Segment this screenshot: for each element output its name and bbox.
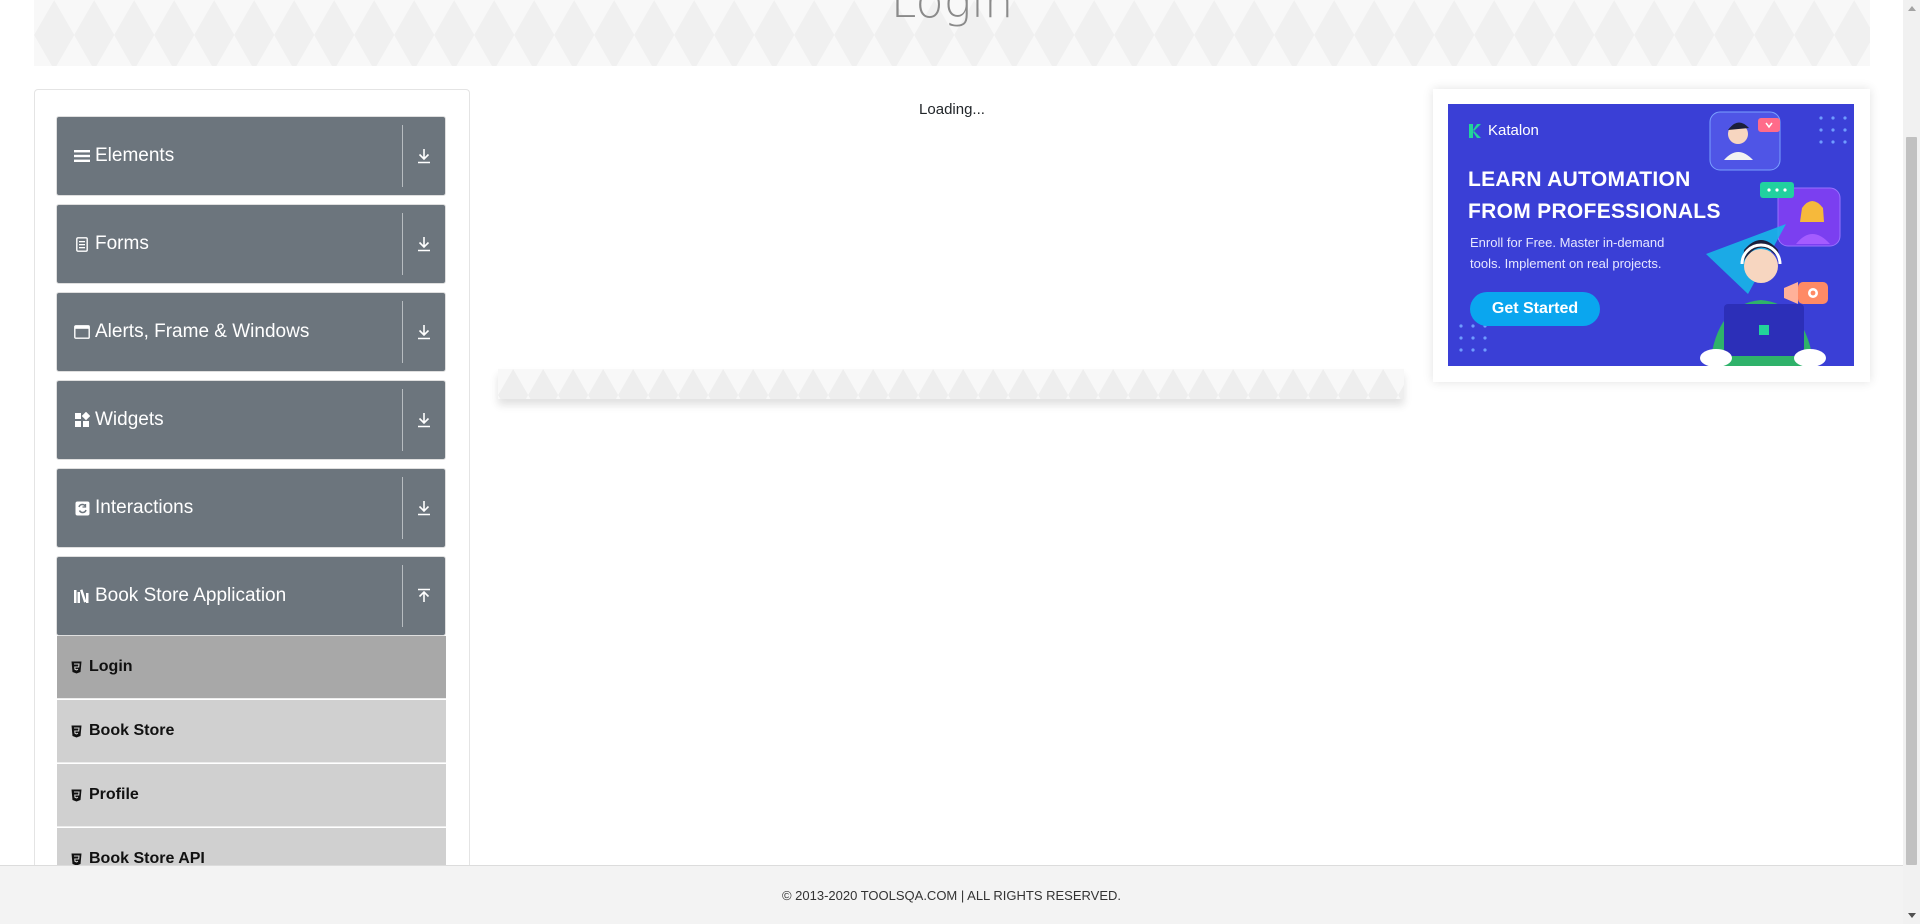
scroll-up-arrow-icon[interactable] xyxy=(1903,0,1920,17)
sidebar-group-label: Forms xyxy=(95,233,149,254)
sidebar-group-book-store-application[interactable]: Book Store Application xyxy=(56,556,446,636)
sidebar-group-interactions[interactable]: Interactions xyxy=(56,468,446,548)
separator xyxy=(402,213,403,275)
download-arrow-icon[interactable] xyxy=(411,117,437,195)
sidebar-group-label: Interactions xyxy=(95,497,194,518)
html5-icon xyxy=(71,660,83,674)
download-arrow-icon[interactable] xyxy=(411,205,437,283)
sidebar-group-alerts-frame-windows[interactable]: Alerts, Frame & Windows xyxy=(56,292,446,372)
ad-headline-line-1: LEARN AUTOMATION xyxy=(1468,168,1691,191)
sidebar-group-label: Book Store Application xyxy=(95,585,287,606)
sidebar-group-label: Alerts, Frame & Windows xyxy=(95,321,310,342)
loading-text: Loading... xyxy=(919,101,985,118)
download-arrow-icon[interactable] xyxy=(411,293,437,371)
page-banner: Login xyxy=(34,0,1870,66)
upload-arrow-icon[interactable] xyxy=(411,557,437,635)
sidebar-item-book-store[interactable]: Book Store xyxy=(57,700,446,763)
separator xyxy=(402,565,403,627)
sidebar-item-login[interactable]: Login xyxy=(57,636,446,699)
vertical-scrollbar[interactable] xyxy=(1903,0,1920,924)
sidebar-group-label: Widgets xyxy=(95,409,164,430)
sidebar-group-elements[interactable]: Elements xyxy=(56,116,446,196)
brand-name: Katalon xyxy=(1488,122,1539,139)
document-icon xyxy=(73,235,91,253)
scroll-down-arrow-icon[interactable] xyxy=(1903,907,1920,924)
html5-icon xyxy=(71,788,83,802)
sidebar-group-label: Elements xyxy=(95,145,175,166)
page-title: Login xyxy=(890,0,1014,28)
interactions-icon xyxy=(73,499,91,517)
books-icon xyxy=(73,587,91,605)
download-arrow-icon[interactable] xyxy=(411,381,437,459)
katalon-brand: Katalon xyxy=(1468,122,1539,139)
html5-icon xyxy=(71,724,83,738)
sidebar-group-forms[interactable]: Forms xyxy=(56,204,446,284)
katalon-ad-banner[interactable]: Katalon LEARN AUTOMATION FROM PROFESSION… xyxy=(1448,104,1854,366)
ad-headline-line-2: FROM PROFESSIONALS xyxy=(1468,200,1721,223)
footer-copyright: © 2013-2020 TOOLSQA.COM | ALL RIGHTS RES… xyxy=(781,887,1122,903)
separator xyxy=(402,301,403,363)
get-started-button[interactable]: Get Started xyxy=(1470,292,1600,326)
widgets-icon xyxy=(73,411,91,429)
decorative-strip xyxy=(498,369,1404,399)
separator xyxy=(402,477,403,539)
sidebar-item-label: Login xyxy=(89,658,133,675)
sidebar-group-widgets[interactable]: Widgets xyxy=(56,380,446,460)
ad-subtext-line-2: tools. Implement on real projects. xyxy=(1470,256,1662,271)
katalon-logo-icon xyxy=(1469,123,1481,138)
separator xyxy=(402,125,403,187)
sidebar-item-label: Profile xyxy=(89,786,139,803)
ad-subtext-line-1: Enroll for Free. Master in-demand xyxy=(1470,235,1665,250)
page-footer: © 2013-2020 TOOLSQA.COM | ALL RIGHTS RES… xyxy=(0,865,1903,924)
left-navigation-panel: Elements Forms Alerts, Frame & Windows W… xyxy=(34,89,470,891)
ad-card: Katalon LEARN AUTOMATION FROM PROFESSION… xyxy=(1433,89,1870,382)
html5-icon xyxy=(71,852,83,866)
window-icon xyxy=(73,323,91,341)
sidebar-item-label: Book Store xyxy=(89,722,175,739)
download-arrow-icon[interactable] xyxy=(411,469,437,547)
menu-lines-icon xyxy=(73,147,91,165)
separator xyxy=(402,389,403,451)
sidebar-item-profile[interactable]: Profile xyxy=(57,764,446,827)
scrollbar-thumb[interactable] xyxy=(1906,137,1917,865)
